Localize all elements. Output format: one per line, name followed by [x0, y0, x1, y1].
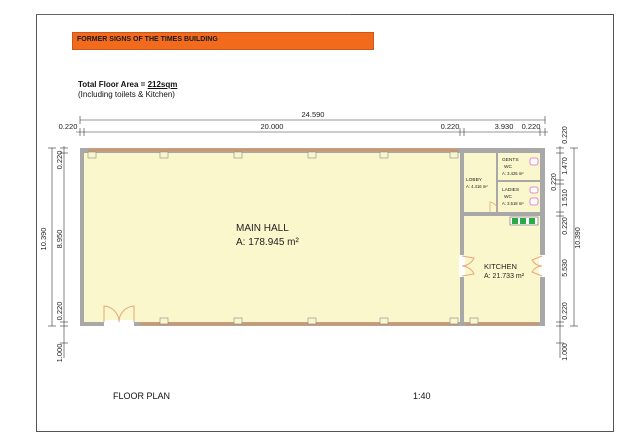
dim-top-side: 3.930 [495, 122, 514, 131]
dim-left-bottom-wall: 0.220 [55, 302, 64, 321]
ladies-sub: WC [504, 194, 513, 200]
floor-plan-drawing: 24.590 0.220 20.000 0.220 3.930 0.220 10… [39, 110, 582, 363]
lobby-label: LOBBY [466, 177, 483, 183]
dim-right-bottom: 1.000 [562, 343, 569, 361]
dim-top-overall: 24.590 [302, 110, 325, 119]
lobby-area: A: 4.416 m² [466, 184, 488, 189]
wc-divider [498, 180, 540, 182]
dim-top-wall-right: 0.220 [522, 122, 541, 131]
main-hall-area: A: 178.945 m² [236, 237, 299, 248]
dim-right-1: 1.470 [562, 157, 569, 175]
kitchen-counter [509, 216, 539, 226]
left-dimensions [48, 146, 68, 358]
dim-right-3: 5.530 [562, 259, 569, 277]
gents-label: GENTS [502, 157, 519, 163]
dim-left-overall: 10.390 [39, 228, 48, 251]
dim-top-wall-left: 0.220 [59, 122, 78, 131]
dim-left-top-wall: 0.220 [55, 151, 64, 170]
dim-left-bottom: 1.000 [55, 344, 64, 363]
dim-right-wall-3: 0.220 [562, 217, 569, 235]
ladies-label: LADIES [502, 187, 519, 193]
kitchen-wall [464, 212, 540, 216]
partition-wall [460, 153, 464, 322]
right-dimensions [556, 146, 578, 358]
main-hall-label: MAIN HALL [236, 223, 289, 234]
top-dimensions [76, 116, 548, 136]
gents-area: A: 3.425 m² [502, 171, 524, 176]
kitchen-area: A: 21.733 m² [484, 273, 525, 280]
dim-left-mid: 8.950 [55, 230, 64, 249]
dim-right-top-wall: 0.220 [562, 126, 569, 144]
dim-right-overall: 10.390 [575, 227, 582, 249]
plan-title: FLOOR PLAN [113, 391, 171, 401]
dim-right-wall-2: 0.220 [551, 173, 558, 191]
kitchen-label: KITCHEN [484, 262, 517, 271]
dim-right-2: 1.510 [562, 189, 569, 207]
wc-wall [496, 153, 498, 212]
dim-top-main: 20.000 [261, 122, 284, 131]
gents-sub: WC [504, 164, 513, 170]
dim-top-wall-mid: 0.220 [441, 122, 460, 131]
plan-scale: 1:40 [413, 391, 431, 401]
ladies-area: A: 3.518 m² [502, 201, 524, 206]
dim-right-bottom-wall: 0.220 [562, 302, 569, 320]
